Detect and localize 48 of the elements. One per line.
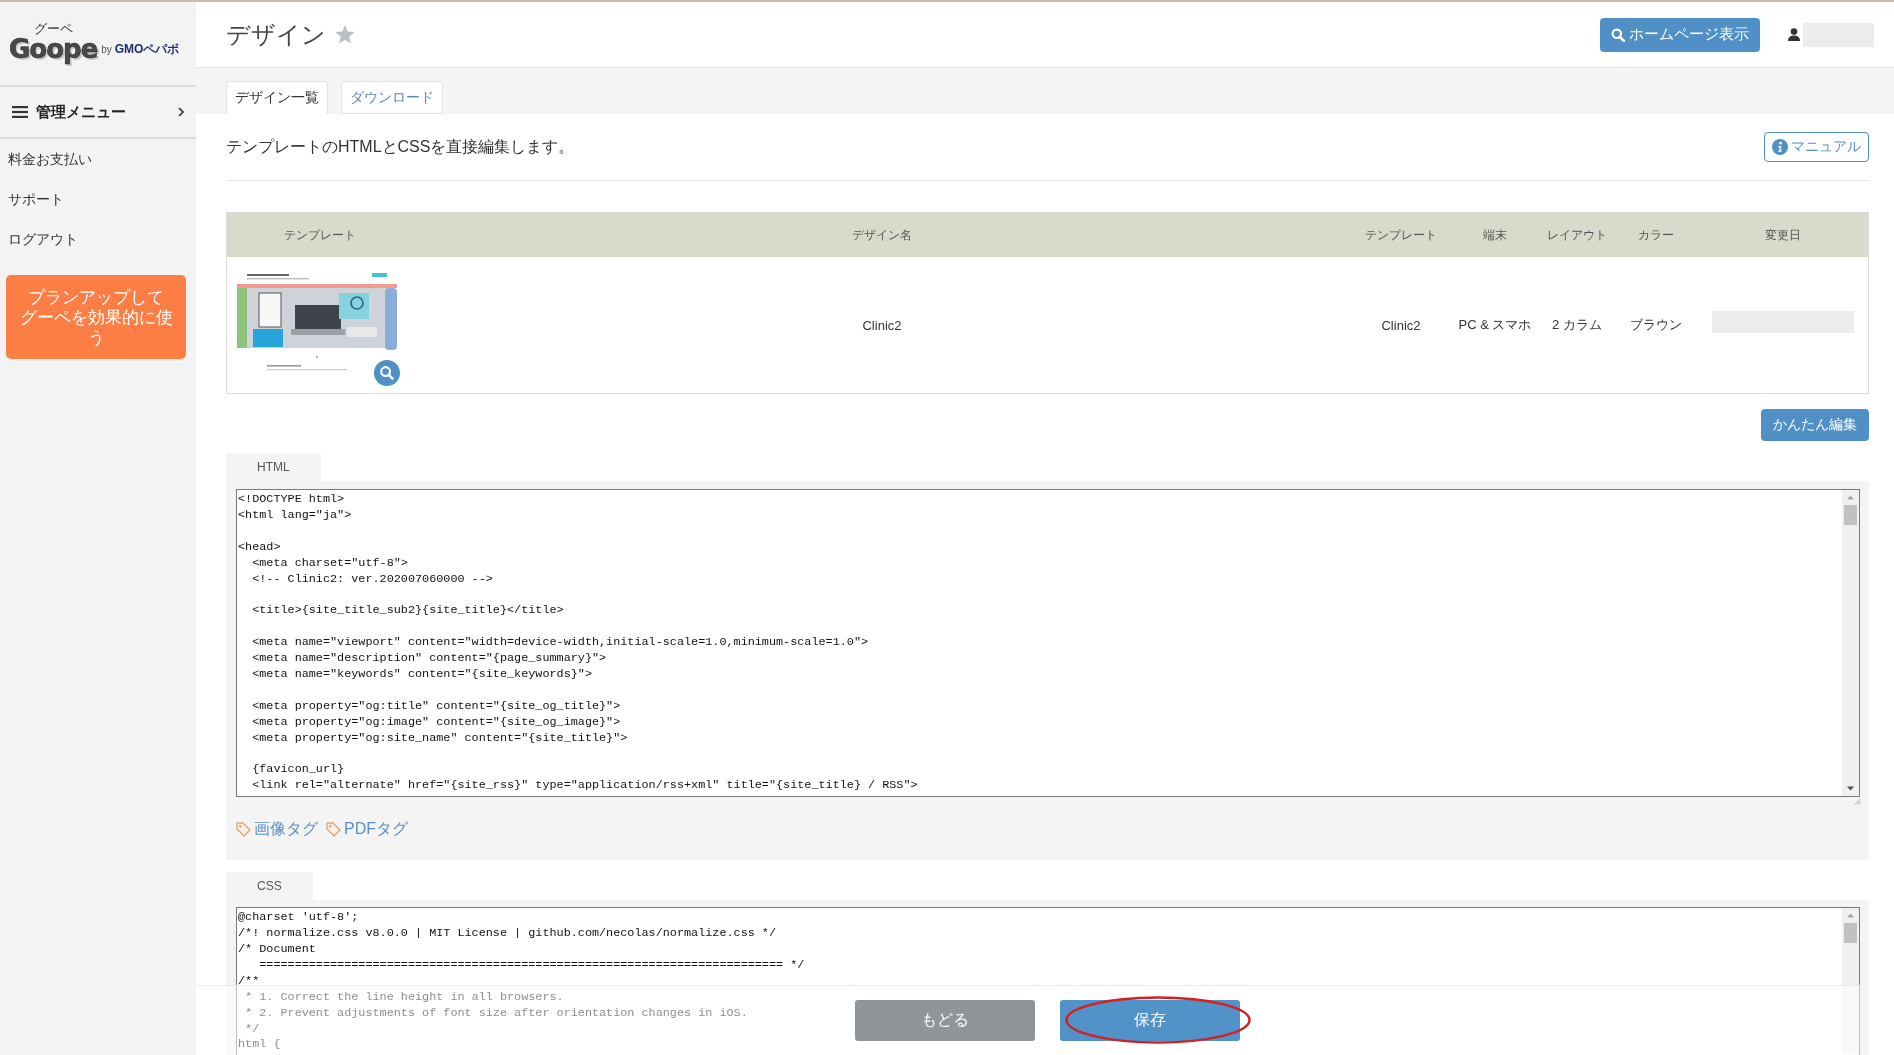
scrollbar-thumb[interactable]: [1844, 505, 1857, 525]
logo-byline: by GMOペパボ: [101, 41, 180, 58]
scrollbar-thumb[interactable]: [1844, 923, 1857, 944]
scrollbar-track[interactable]: [1842, 490, 1859, 797]
description-text: テンプレートのHTMLとCSSを直接編集します。: [226, 136, 575, 157]
column-header: デザイン名: [413, 212, 1351, 257]
magnifier-icon[interactable]: [374, 360, 400, 386]
info-icon: [1772, 139, 1788, 155]
table-cell: ブラウン: [1615, 257, 1697, 394]
table-cell: 2 カラム: [1539, 257, 1615, 394]
tag-link[interactable]: PDFタグ: [326, 818, 408, 840]
logo-ruby-text: グーペ: [33, 22, 73, 36]
scrollbar-track[interactable]: [1842, 908, 1859, 1054]
sidebar-link[interactable]: ログアウト: [0, 219, 196, 259]
code-editor[interactable]: <!DOCTYPE html> <html lang="ja"> <head> <meta charset="utf-8"> <!-- Clinic2: ver.202007060000 --> <title>{site_title_sub2}{site_title}</title> <meta name="viewport" content="width=device-width,initial-scale=1.0,minimum-scale=1.0"> <meta name="description" content="{page_summary}"> <meta name="keywords" content="{site_keywords}"> <meta property="og:title" content="{site_og_title}"> <meta property="og:image" content="{site_og_image}"> <meta property="og:site_name" content="{site_title}"> {favicon_url} <link rel="alternate" href="{site_rss}" type="application/rss+xml" title="{site_title} / RSS">: [236, 489, 1860, 798]
column-header: 変更日: [1697, 212, 1869, 257]
table-cell: Clinic2: [413, 257, 1351, 394]
star-icon[interactable]: [335, 25, 355, 44]
table-cell: Clinic2: [1351, 257, 1451, 394]
sidebar-link[interactable]: サポート: [0, 179, 196, 219]
section-label: CSS: [226, 872, 313, 901]
tab[interactable]: デザイン一覧: [226, 81, 328, 114]
resize-grip-icon[interactable]: [1854, 798, 1861, 806]
column-header: カラー: [1615, 212, 1697, 257]
tag-icon: [236, 821, 251, 837]
view-homepage-button[interactable]: ホームページ表示: [1600, 17, 1760, 52]
column-header: テンプレート: [226, 212, 413, 257]
back-button[interactable]: もどる: [855, 1000, 1035, 1041]
save-button[interactable]: 保存: [1060, 1000, 1240, 1041]
upgrade-plan-button[interactable]: プランアップしてグーペを効果的に使う: [6, 275, 186, 359]
tag-icon: [326, 821, 341, 837]
search-icon: [1611, 27, 1625, 42]
chevron-right-icon: [178, 107, 184, 117]
logo-wordmark: Goope: [9, 34, 98, 65]
column-header: 端末: [1451, 212, 1539, 257]
table-cell: PC & スマホ: [1451, 257, 1539, 394]
tag-link[interactable]: 画像タグ: [236, 818, 318, 840]
manual-button[interactable]: マニュアル: [1764, 132, 1869, 162]
column-header: レイアウト: [1539, 212, 1615, 257]
sidebar-link[interactable]: 料金お支払い: [0, 139, 196, 179]
menu-icon: [12, 106, 28, 118]
admin-menu-button[interactable]: 管理メニュー: [0, 87, 196, 137]
tab[interactable]: ダウンロード: [341, 81, 443, 114]
user-icon[interactable]: [1788, 28, 1800, 41]
section-label: HTML: [226, 453, 321, 481]
easy-edit-button[interactable]: かんたん編集: [1761, 409, 1869, 441]
page-title: デザイン: [226, 19, 326, 50]
column-header: テンプレート: [1351, 212, 1451, 257]
